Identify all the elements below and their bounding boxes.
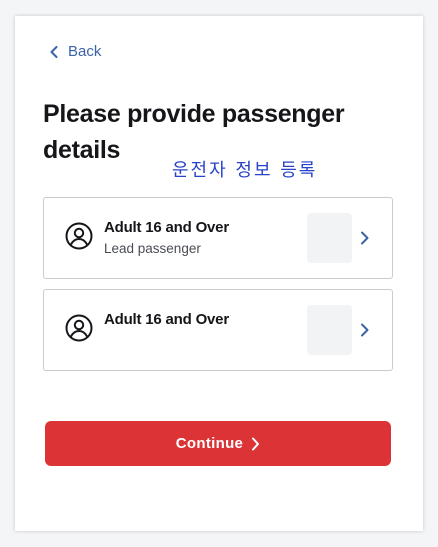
chevron-right-icon xyxy=(252,437,260,450)
user-circle-icon xyxy=(65,314,93,342)
page-background: Back Please provide passenger details 운전… xyxy=(0,0,438,547)
passenger-type: Adult 16 and Over xyxy=(104,219,229,236)
user-circle-icon xyxy=(65,222,93,250)
chevron-right-icon xyxy=(361,323,369,337)
passenger-type: Adult 16 and Over xyxy=(104,311,229,328)
passenger-subtitle: Lead passenger xyxy=(104,241,201,256)
back-label: Back xyxy=(68,43,102,60)
chevron-right-icon xyxy=(361,231,369,245)
chevron-left-icon xyxy=(50,45,58,58)
passenger-card-2[interactable]: Adult 16 and Over xyxy=(43,289,393,371)
passenger-card-1[interactable]: Adult 16 and Over Lead passenger xyxy=(43,197,393,279)
continue-label: Continue xyxy=(175,435,244,452)
passenger-status-placeholder xyxy=(307,213,352,263)
korean-annotation: 운전자 정보 등록 xyxy=(172,160,318,181)
passenger-status-placeholder xyxy=(307,305,352,355)
continue-button[interactable]: Continue xyxy=(45,421,391,466)
back-link[interactable]: Back xyxy=(50,43,101,60)
passenger-details-card: Back Please provide passenger details 운전… xyxy=(15,16,423,531)
